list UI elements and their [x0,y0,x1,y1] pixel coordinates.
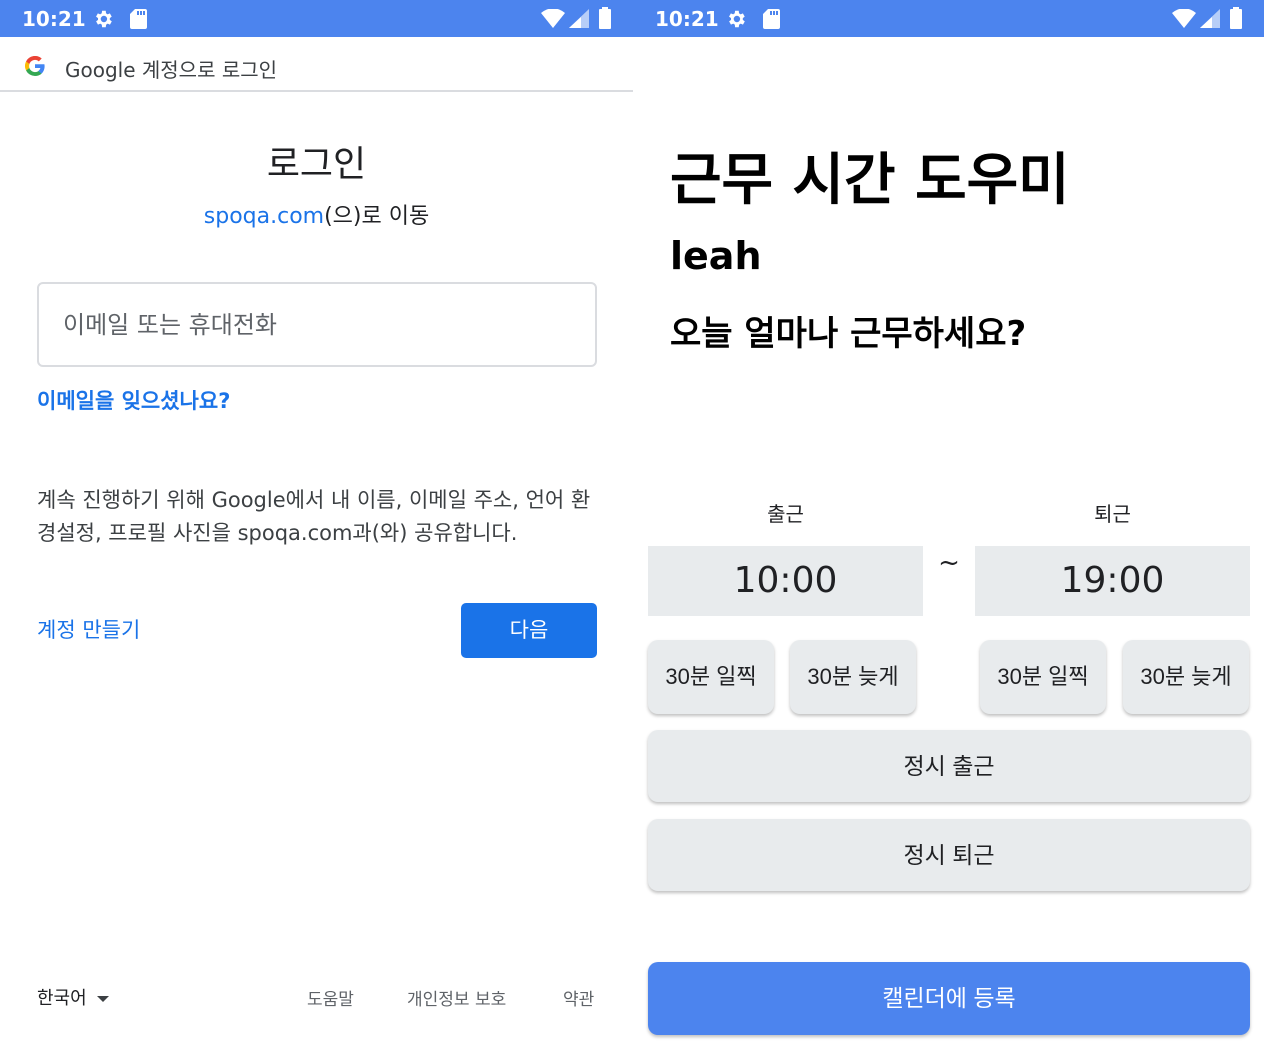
gear-icon [96,10,112,28]
status-time: 10:21 [22,7,86,31]
on-time-clock-out-button[interactable]: 정시 퇴근 [648,819,1250,891]
language-selector[interactable]: 한국어 [37,984,109,1010]
clock-out-time[interactable]: 19:00 [975,546,1250,616]
footer-privacy-link[interactable]: 개인정보 보호 [407,985,506,1010]
next-button[interactable]: 다음 [461,603,597,658]
google-logo-icon [25,56,45,76]
status-bar: 10:21 [0,0,633,37]
email-input[interactable] [39,284,595,365]
footer-terms-link[interactable]: 약관 [563,985,594,1010]
sd-card-icon [763,9,780,29]
status-bar: 10:21 [633,0,1264,37]
clock-in-later-button[interactable]: 30분 늦게 [790,640,916,714]
header-title: Google 계정으로 로그인 [65,58,278,82]
clock-in-earlier-button[interactable]: 30분 일찍 [648,640,774,714]
battery-icon [599,7,611,29]
forgot-email-link[interactable]: 이메일을 잊으셨나요? [37,385,230,415]
user-name: leah [670,234,762,278]
footer-help-link[interactable]: 도움말 [307,985,354,1010]
clock-out-earlier-button[interactable]: 30분 일찍 [980,640,1106,714]
continue-suffix: (으)로 이동 [324,204,430,229]
wifi-icon [1172,9,1196,28]
status-time: 10:21 [655,7,719,31]
add-to-calendar-button[interactable]: 캘린더에 등록 [648,962,1250,1035]
clock-in-label: 출근 [767,502,804,526]
clock-out-later-button[interactable]: 30분 늦게 [1123,640,1249,714]
page-title: 근무 시간 도우미 [670,148,1070,213]
time-separator: ~ [938,548,960,578]
signal-icon [1200,9,1220,28]
sharing-info-text: 계속 진행하기 위해 Google에서 내 이름, 이메일 주소, 언어 환경설… [37,488,591,545]
on-time-clock-in-button[interactable]: 정시 출근 [648,730,1250,802]
page-title: 로그인 [266,144,367,185]
sd-card-icon [130,9,147,29]
app-domain-link[interactable]: spoqa.com [204,204,324,229]
battery-icon [1230,7,1242,29]
google-signin-header: Google 계정으로 로그인 [0,37,633,92]
signal-icon [569,9,589,28]
gear-icon [729,10,745,28]
dropdown-caret-icon [96,996,109,1002]
language-label: 한국어 [37,988,87,1009]
wifi-icon [541,9,565,28]
work-hours-screen: 10:21 근무 시간 도우미 leah 오늘 얼마나 근무하세요? 출근 퇴근… [633,0,1264,1047]
email-field[interactable] [37,282,597,367]
clock-out-label: 퇴근 [1094,502,1131,526]
work-question: 오늘 얼마나 근무하세요? [670,314,1027,354]
create-account-link[interactable]: 계정 만들기 [37,614,140,644]
clock-in-time[interactable]: 10:00 [648,546,923,616]
google-signin-screen: 10:21 Google 계정으로 로그인 로그인 spoqa.com(으)로 … [0,0,633,1047]
continue-to-text: spoqa.com(으)로 이동 [0,198,633,230]
